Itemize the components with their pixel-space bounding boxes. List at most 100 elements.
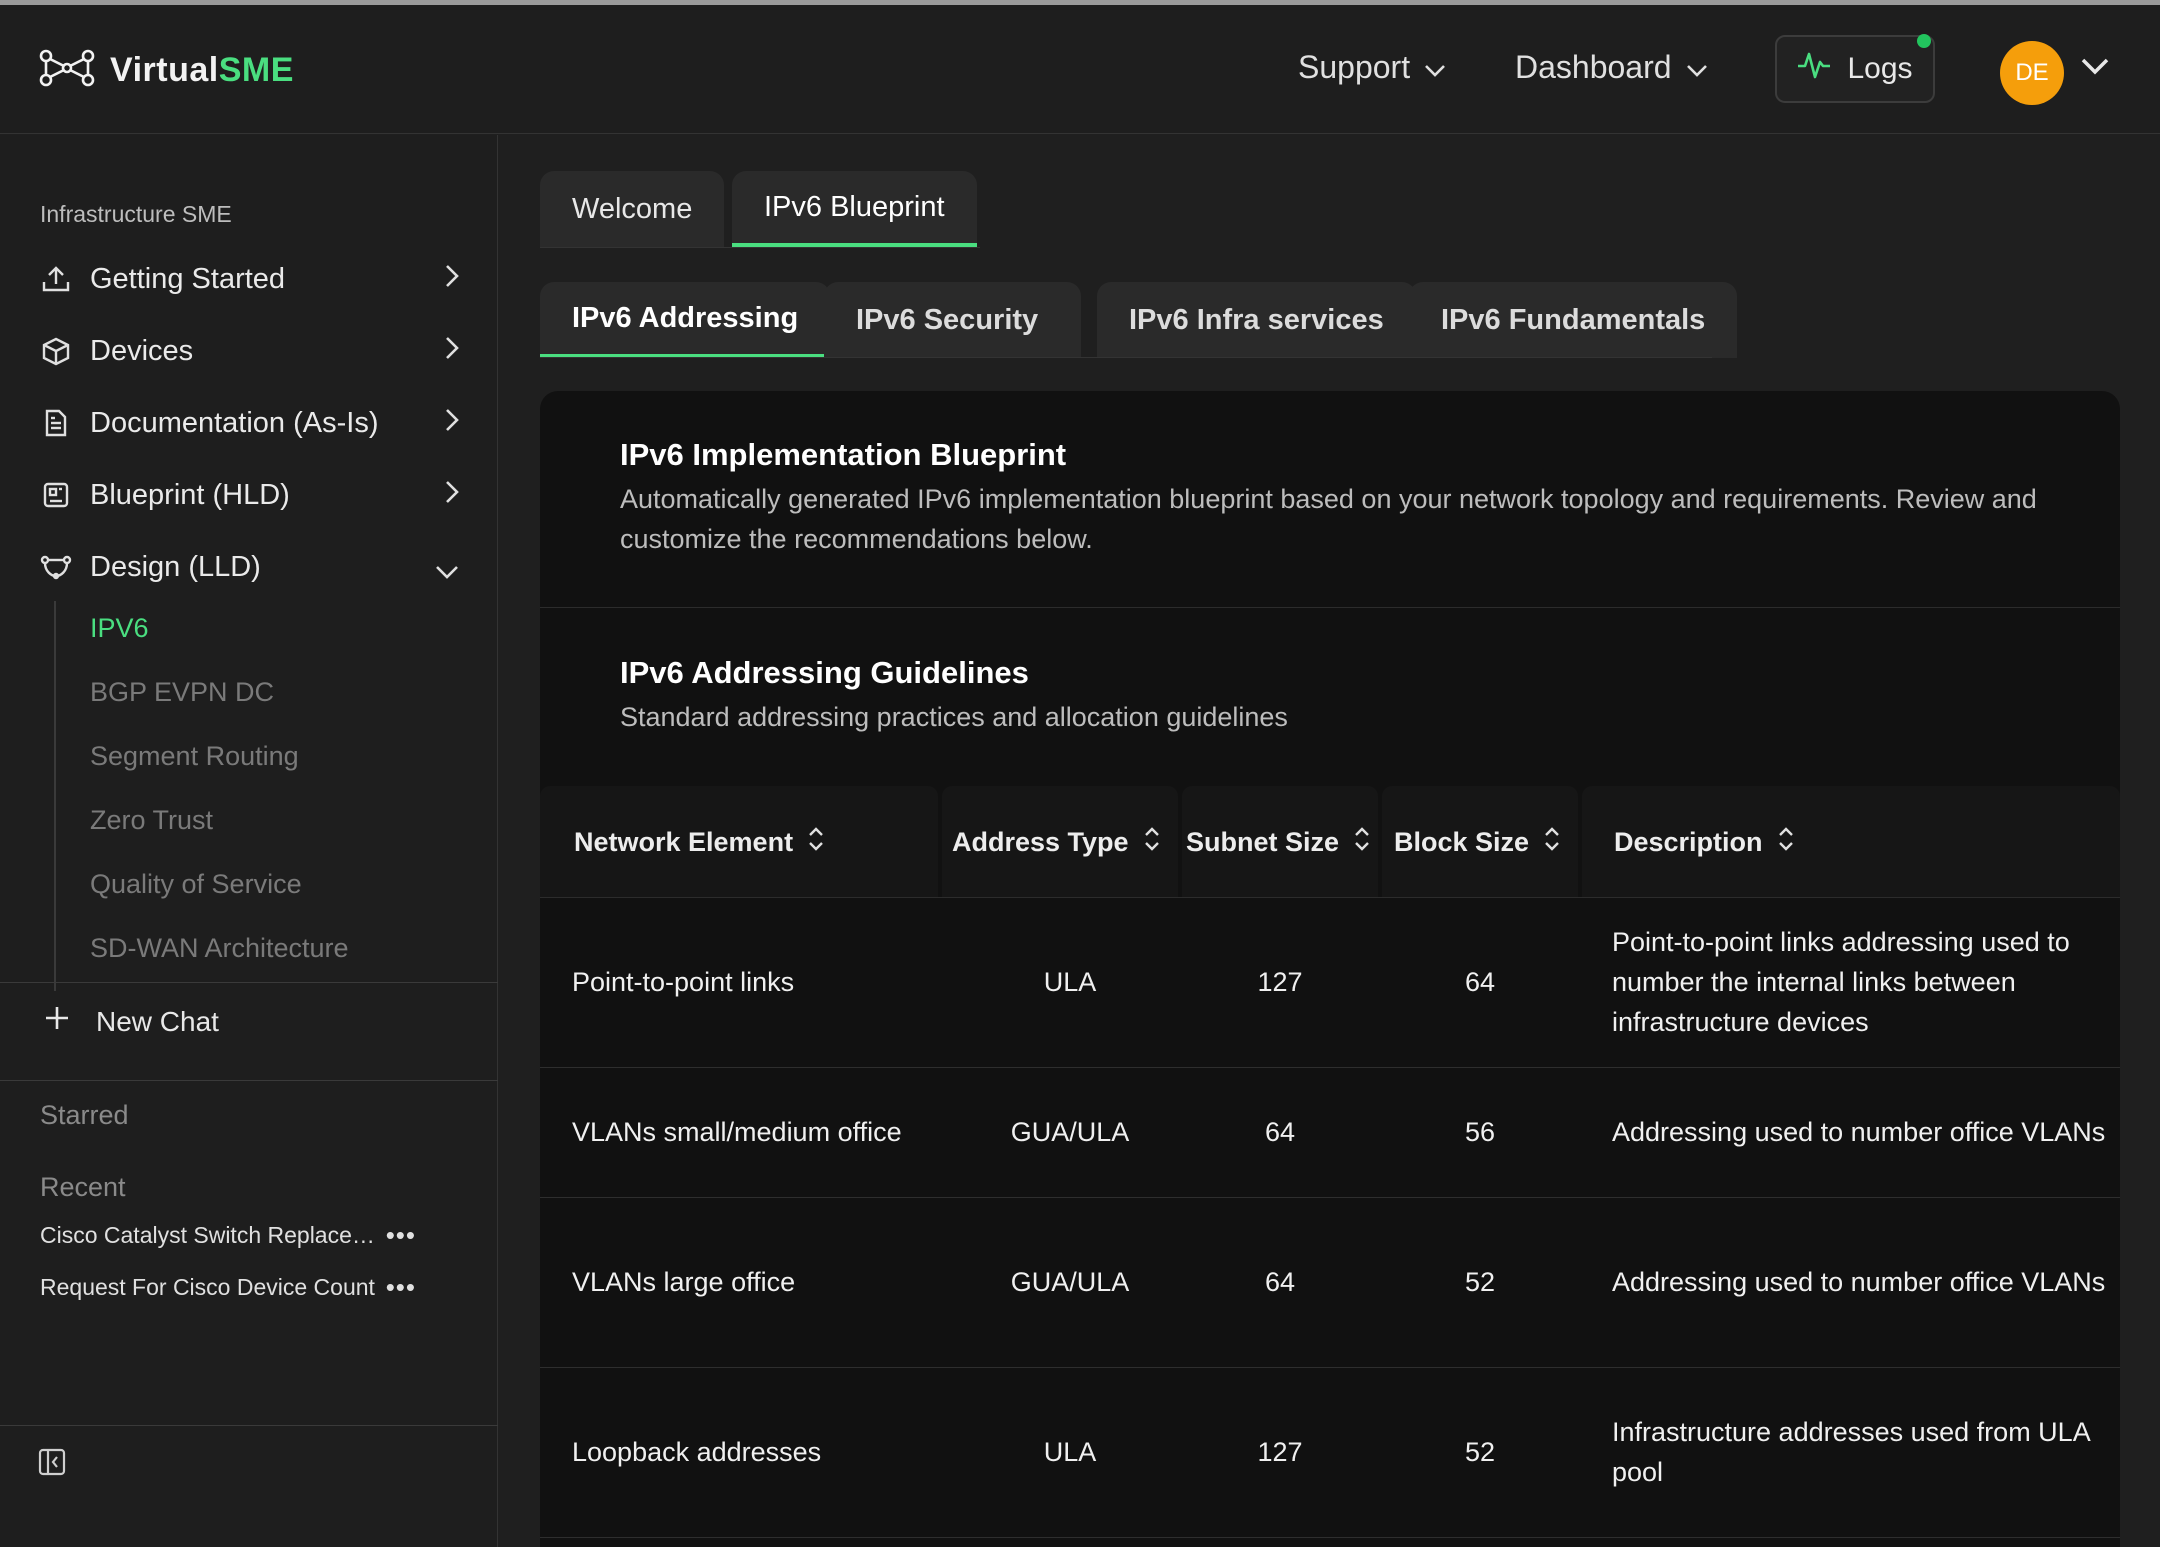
sidebar-item-label: Getting Started <box>90 262 286 295</box>
chevron-down-icon <box>434 555 460 588</box>
sidebar-item-getting-started[interactable]: Getting Started <box>40 249 460 309</box>
support-menu[interactable]: Support <box>1298 49 1446 86</box>
dashboard-menu[interactable]: Dashboard <box>1515 49 1708 86</box>
network-logo-icon <box>38 48 96 93</box>
cell-subnet-size: 127 <box>1257 967 1303 997</box>
dashboard-label: Dashboard <box>1515 49 1672 85</box>
panel-description: Automatically generated IPv6 implementat… <box>620 484 2037 554</box>
design-icon <box>40 551 72 583</box>
sidebar-section-title: Infrastructure SME <box>40 201 232 227</box>
submenu-item-segment-routing[interactable]: Segment Routing <box>90 741 299 772</box>
recent-heading: Recent <box>40 1172 126 1202</box>
cell-network-element: VLANs large office <box>572 1267 796 1297</box>
recent-chat-item[interactable]: Cisco Catalyst Switch Replacement ••• <box>40 1220 460 1251</box>
sort-icon <box>1777 825 1795 860</box>
cell-subnet-size: 64 <box>1264 1267 1296 1297</box>
cell-description: Point-to-point links addressing used to … <box>1612 927 2070 1037</box>
sidebar-divider <box>0 1425 498 1426</box>
logs-button[interactable]: Logs <box>1775 34 1935 103</box>
column-header-block-size[interactable]: Block Size <box>1382 786 1578 898</box>
sidebar-item-documentation[interactable]: Documentation (As-Is) <box>40 393 460 453</box>
recent-chat-title: Cisco Catalyst Switch Replacement <box>40 1222 380 1248</box>
guidelines-description: Standard addressing practices and alloca… <box>620 702 1288 732</box>
chevron-right-icon <box>444 335 460 369</box>
tab-ipv6-blueprint[interactable]: IPv6 Blueprint <box>732 171 977 247</box>
column-header-address-type[interactable]: Address Type <box>942 786 1178 898</box>
column-header-label: Block Size <box>1394 826 1530 857</box>
user-avatar[interactable]: DE <box>2000 41 2064 105</box>
cell-network-element: Loopback addresses <box>572 1437 822 1467</box>
sidebar-item-label: Design (LLD) <box>90 550 261 583</box>
submenu-item-sdwan[interactable]: SD-WAN Architecture <box>90 933 349 964</box>
starred-heading: Starred <box>40 1100 129 1130</box>
column-header-network-element[interactable]: Network Element <box>540 786 938 898</box>
table-row[interactable]: VLANs small/medium office GUA/ULA 64 56 … <box>540 1068 2120 1198</box>
tab-ipv6-addressing[interactable]: IPv6 Addressing <box>540 282 831 358</box>
table-row[interactable]: Loopback addresses ULA 127 52 Infrastruc… <box>540 1368 2120 1538</box>
chevron-right-icon <box>444 263 460 297</box>
activity-pulse-icon <box>1797 50 1831 88</box>
cell-address-type: GUA/ULA <box>1010 1267 1130 1297</box>
sidebar-divider <box>0 982 498 983</box>
column-header-label: Description <box>1614 826 1763 857</box>
column-header-description[interactable]: Description <box>1582 786 2120 898</box>
table-row[interactable]: VLANs large office GUA/ULA 64 52 Address… <box>540 1198 2120 1368</box>
column-header-label: Network Element <box>574 826 794 857</box>
more-options-icon[interactable]: ••• <box>386 1272 416 1303</box>
chevron-right-icon <box>444 479 460 513</box>
cell-address-type: ULA <box>1043 1437 1097 1467</box>
submenu-item-qos[interactable]: Quality of Service <box>90 869 302 900</box>
tab-welcome[interactable]: Welcome <box>540 171 725 247</box>
document-icon <box>40 407 72 439</box>
sidebar-item-design[interactable]: Design (LLD) <box>40 537 460 597</box>
sidebar-item-label: Documentation (As-Is) <box>90 406 379 439</box>
cell-description: Addressing used to number office VLANs <box>1612 1117 2106 1147</box>
submenu-guide-line <box>54 601 56 991</box>
cell-description: Infrastructure addresses used from ULA p… <box>1612 1417 2090 1487</box>
new-chat-button[interactable]: New Chat <box>44 1005 219 1038</box>
sort-icon <box>807 825 825 860</box>
blueprint-panel: IPv6 Implementation Blueprint Automatica… <box>540 391 2120 1547</box>
collapse-sidebar-icon[interactable] <box>38 1448 66 1481</box>
support-label: Support <box>1298 49 1411 85</box>
sidebar-item-label: Devices <box>90 334 194 367</box>
column-header-label: Address Type <box>952 826 1129 857</box>
tab-ipv6-security[interactable]: IPv6 Security <box>824 282 1081 358</box>
cell-network-element: Point-to-point links <box>572 967 795 997</box>
blueprint-icon <box>40 479 72 511</box>
notification-dot <box>1917 34 1931 48</box>
sidebar-item-devices[interactable]: Devices <box>40 321 460 381</box>
logs-label: Logs <box>1847 52 1913 85</box>
column-header-subnet-size[interactable]: Subnet Size <box>1182 786 1378 898</box>
chevron-down-icon <box>1424 49 1446 86</box>
more-options-icon[interactable]: ••• <box>386 1220 416 1251</box>
tab-ipv6-infra-services[interactable]: IPv6 Infra services <box>1097 282 1416 358</box>
cube-icon <box>40 335 72 367</box>
chevron-down-icon <box>1686 49 1708 86</box>
tab-ipv6-fundamentals[interactable]: IPv6 Fundamentals <box>1409 282 1738 358</box>
sort-icon <box>1353 825 1371 860</box>
cell-subnet-size: 127 <box>1257 1437 1303 1467</box>
column-header-label: Subnet Size <box>1186 826 1340 857</box>
chevron-right-icon <box>444 407 460 441</box>
plus-icon <box>44 1005 70 1038</box>
brand-suffix: SME <box>218 51 294 89</box>
cell-network-element: VLANs small/medium office <box>572 1117 902 1147</box>
submenu-item-bgp-evpn[interactable]: BGP EVPN DC <box>90 677 274 708</box>
user-menu-chevron-icon[interactable] <box>2080 57 2110 82</box>
cell-block-size: 52 <box>1464 1437 1496 1467</box>
sidebar-item-blueprint[interactable]: Blueprint (HLD) <box>40 465 460 525</box>
submenu-item-zero-trust[interactable]: Zero Trust <box>90 805 213 836</box>
sort-icon <box>1543 825 1561 860</box>
cell-block-size: 64 <box>1464 967 1496 997</box>
sidebar-divider <box>0 1080 498 1081</box>
subtab-bar-baseline <box>540 357 1712 358</box>
cell-address-type: ULA <box>1043 967 1097 997</box>
panel-title: IPv6 Implementation Blueprint <box>620 437 1067 472</box>
table-row[interactable]: Point-to-point links ULA 127 64 Point-to… <box>540 898 2120 1068</box>
panel-divider <box>540 607 2120 608</box>
tab-bar-baseline <box>540 247 980 248</box>
recent-chat-item[interactable]: Request For Cisco Device Count ••• <box>40 1272 460 1303</box>
brand-logo[interactable]: VirtualSME <box>38 48 294 93</box>
submenu-item-ipv6[interactable]: IPV6 <box>90 613 149 644</box>
